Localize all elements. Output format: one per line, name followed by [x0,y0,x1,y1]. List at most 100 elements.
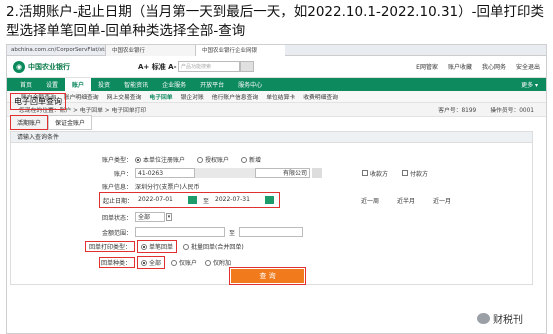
checkbox-receive[interactable] [362,170,368,176]
top-links: E网管家 账户收藏 我心网务 安全退出 [416,62,540,71]
radio-kind-account[interactable] [171,259,178,266]
calendar-icon[interactable] [265,196,275,204]
font-size-control[interactable]: A+ 标准 A- [138,62,178,72]
page-title: 电子回单查询 [10,93,66,110]
single-receipt-label: 单笔回单 [149,244,174,251]
account-info-label: 账户信息： [101,184,132,191]
watermark-text: 财税刊 [493,315,523,326]
radio-batch-receipt[interactable] [183,243,190,250]
customer-number: 客户号：8199 [438,108,477,114]
new-label: 新增 [249,157,262,164]
amount-min-input[interactable] [135,227,225,237]
radio-authorized[interactable] [197,156,204,163]
amount-to-label: 至 [229,229,236,237]
browser-tab-2[interactable]: 中国农业银行企业网银 [195,45,285,56]
print-type-row: 回单打印类型： 单笔回单 批量回单(合并回单) [71,240,244,253]
account-type-label: 账户类型： [101,157,132,164]
quick-range-row: 近一周 近半月 近一月 [355,196,457,205]
kind-all-label: 全部 [149,260,162,267]
panel-title: 请输入查询条件 [11,132,532,143]
account-select[interactable]: 41-0263 [135,168,195,178]
address-bar[interactable]: abchina.com.cn/CorporServFlat/start ⊘ [7,47,105,53]
browser-tab-1[interactable]: 中国农业银行 [105,45,195,56]
kind-label: 回单种类： [99,257,135,268]
subnav-e-receipt[interactable]: 电子回单 [145,92,176,101]
account-masked [195,168,255,178]
kind-extra-label: 仅附加 [213,260,232,267]
radio-kind-all[interactable] [141,259,147,266]
chevron-down-icon[interactable]: ▾ [166,213,172,221]
start-date-input[interactable]: 2022-07-01 [136,195,186,205]
nav-enterprise[interactable]: 企业服务 [155,78,193,91]
bank-logo: ◉ 中国农业银行 [13,60,138,73]
tab-deposit-account[interactable]: 保证金账户 [48,115,93,130]
batch-receipt-label: 批量回单(合并回单) [191,244,244,251]
subnav-other-bank[interactable]: 他行账户信息查询 [208,92,262,101]
top-header: ◉ 中国农业银行 A+ 标准 A- 产品功能搜索 E网管家 账户收藏 我心网务 … [7,56,546,78]
nav-settings[interactable]: 设置 [39,78,65,91]
account-name: 有限公司 [255,168,310,178]
authorized-label: 授权账户 [205,157,230,164]
account-dropdown-icon[interactable] [312,168,322,178]
query-panel: 请输入查询条件 账户类型： 本单位注册账户 授权账户 新增 账户： 41-026… [10,131,533,285]
sub-nav: 账户余额查询 账户明细查询 网上交易查询 电子回单 银企对账 他行账户信息查询 … [7,91,546,103]
nav-service[interactable]: 服务中心 [231,78,269,91]
nav-open-platform[interactable]: 开放平台 [193,78,231,91]
status-label: 回单状态： [101,214,132,222]
account-info-value: 深圳分行(支票户)人民币 [135,184,200,191]
abc-logo-icon: ◉ [13,60,25,73]
subnav-fees[interactable]: 收费明细查询 [299,92,342,101]
nav-invest[interactable]: 投资 [91,78,117,91]
bank-name: 中国农业银行 [28,62,70,71]
kind-row: 回单种类： 全部 仅账户 仅附加 [71,256,231,269]
receive-label: 收款方 [370,170,389,178]
status-select[interactable]: 全部 [135,212,165,222]
print-type-label: 回单打印类型： [85,241,135,252]
amount-row: 金额范围： 至 [71,227,304,237]
query-button[interactable]: 查 询 [229,267,306,285]
kind-all-option[interactable]: 全部 [137,256,166,269]
subnav-online-trade[interactable]: 网上交易查询 [103,92,146,101]
range-last-week[interactable]: 近一周 [355,196,385,205]
account-type-row: 账户类型： 本单位注册账户 授权账户 新增 [71,155,261,164]
link-favorites[interactable]: 账户收藏 [448,62,472,71]
radio-single-receipt[interactable] [141,243,147,250]
subnav-reconcile[interactable]: 银企对账 [177,92,208,101]
browser-bar: abchina.com.cn/CorporServFlat/start ⊘ 中国… [7,45,546,56]
radio-own-account[interactable] [135,156,141,163]
pay-label: 付款方 [410,170,429,178]
link-logout[interactable]: 安全退出 [516,62,540,71]
tab-current-account[interactable]: 活期账户 [10,115,49,130]
account-row: 账户： 41-0263 有限公司 收款方 付款方 [71,168,428,178]
subnav-detail[interactable]: 账户明细查询 [60,92,103,101]
account-tabs: 活期账户 保证金账户 [10,115,93,130]
nav-home[interactable]: 首页 [13,78,39,91]
nav-account[interactable]: 账户 [65,78,92,91]
kind-account-label: 仅账户 [179,260,198,267]
checkbox-pay[interactable] [402,170,409,176]
subnav-card[interactable]: 单位结算卡 [262,92,299,101]
radio-new[interactable] [241,156,248,163]
date-label: 起止日期： [103,197,134,205]
single-receipt-option[interactable]: 单笔回单 [137,240,178,253]
watermark: 财税刊 [477,311,523,326]
link-messages[interactable]: 我心网务 [482,62,506,71]
amount-label: 金额范围： [101,229,132,237]
end-date-input[interactable]: 2022-07-31 [213,195,264,205]
search-button[interactable] [240,61,254,72]
instruction-caption: 2.活期账户-起止日期（当月第一天到最后一天，如2022.10.1-2022.1… [6,4,544,39]
operator-number: 操作员号：0001 [490,108,534,114]
main-nav: 首页 设置 账户 投资 智能资讯 企业服务 开放平台 服务中心 更多 ▾ [7,78,546,91]
account-info-row: 账户信息： 深圳分行(支票户)人民币 [71,182,200,191]
calendar-icon[interactable] [188,196,197,204]
nav-more[interactable]: 更多 ▾ [521,80,546,89]
wechat-icon [477,313,490,324]
nav-info[interactable]: 智能资讯 [117,78,155,91]
link-e-manager[interactable]: E网管家 [416,62,438,71]
amount-max-input[interactable] [239,227,304,237]
radio-kind-extra[interactable] [205,259,212,266]
date-range-row: 起止日期： 2022-07-01 至 2022-07-31 [99,192,281,208]
search-input[interactable]: 产品功能搜索 [178,61,240,72]
range-last-half-month[interactable]: 近半月 [391,196,421,205]
range-last-month[interactable]: 近一月 [427,196,457,205]
